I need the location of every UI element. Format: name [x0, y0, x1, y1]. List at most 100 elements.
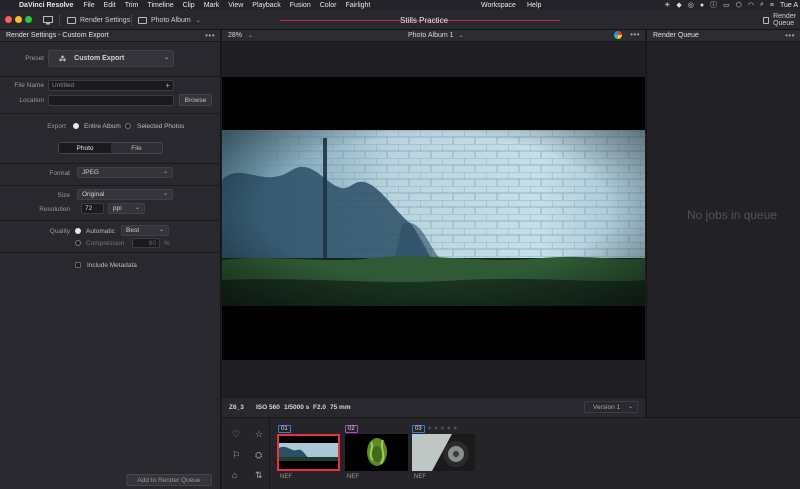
viewer-options-icon[interactable]: •••	[630, 30, 640, 39]
render-queue-label: Render Queue	[773, 13, 797, 27]
star-icon[interactable]: ☆	[255, 429, 263, 440]
version-select[interactable]: Version 1 ⌄	[584, 401, 638, 413]
project-title: Stills Practice	[400, 16, 449, 25]
sync-icon[interactable]: ◎	[688, 1, 694, 9]
menu-mark[interactable]: Mark	[204, 2, 220, 9]
options-menu-icon[interactable]: •••	[205, 31, 215, 40]
shield-icon[interactable]: ⬡	[736, 1, 742, 9]
menu-playback[interactable]: Playback	[252, 2, 280, 9]
sort-icon[interactable]: ⇅	[255, 470, 263, 481]
wifi-icon[interactable]: ◠	[748, 1, 754, 9]
quality-automatic-label: Automatic	[86, 228, 115, 235]
minimize-window-button[interactable]	[15, 16, 22, 23]
section-divider	[0, 252, 221, 253]
render-queue-button[interactable]: Render Queue	[763, 13, 800, 27]
tag-icon[interactable]: ⌂	[232, 470, 237, 480]
menu-clip[interactable]: Clip	[183, 2, 195, 9]
add-to-render-queue-button[interactable]: Add to Render Queue	[126, 474, 212, 486]
section-divider	[0, 185, 221, 186]
rating-stars[interactable]: ★★★★★	[427, 425, 459, 432]
maximize-window-button[interactable]	[25, 16, 32, 23]
image-viewer[interactable]	[222, 42, 645, 397]
menu-app-name[interactable]: DaVinci Resolve	[19, 2, 73, 9]
zoom-select[interactable]: 28% ⌄	[228, 32, 253, 39]
menu-file[interactable]: File	[83, 2, 94, 9]
search-icon[interactable]: ⌕	[760, 1, 764, 9]
menu-bar: DaVinci Resolve File Edit Trim Timeline …	[0, 0, 800, 10]
filmstrip-tools: ♡ ☆ ⚐ ⛭ ⌂ ⇅	[222, 418, 270, 489]
browse-button[interactable]: Browse	[179, 94, 212, 106]
menu-edit[interactable]: Edit	[104, 2, 116, 9]
section-divider	[0, 163, 221, 164]
control-center-icon[interactable]: ≡	[770, 2, 774, 9]
export-entire-album-radio[interactable]	[73, 123, 79, 129]
info-icon[interactable]: ⓘ	[710, 0, 717, 10]
quality-automatic-radio[interactable]	[75, 228, 81, 234]
menu-fairlight[interactable]: Fairlight	[345, 2, 370, 9]
render-settings-icon	[67, 16, 76, 24]
photo-album-button[interactable]: Photo Album ⌄	[138, 14, 201, 26]
menu-color[interactable]: Color	[320, 2, 337, 9]
thumbnail-02[interactable]	[345, 434, 408, 471]
quality-compression-radio[interactable]	[75, 240, 81, 246]
queue-options-icon[interactable]: •••	[785, 31, 795, 40]
add-icon[interactable]: +	[165, 81, 170, 90]
render-settings-label: Render Settings	[80, 16, 131, 24]
file-name-field[interactable]: Untitled +	[48, 80, 174, 91]
export-label: Export	[47, 123, 66, 130]
clock[interactable]: Tue A	[780, 2, 798, 9]
menu-workspace[interactable]: Workspace	[481, 2, 516, 9]
render-settings-panel: Render Settings - Custom Export ••• Pres…	[0, 30, 221, 489]
include-metadata-checkbox[interactable]	[75, 262, 81, 268]
album-value: Photo Album 1	[408, 32, 454, 39]
thumbnail-03[interactable]	[412, 434, 475, 471]
quality-select[interactable]: Best ⌄	[121, 225, 169, 236]
clip-name: Z6_3	[229, 404, 244, 411]
version-value: Version 1	[593, 403, 621, 411]
viewer-header: 28% ⌄ Photo Album 1 ⌄ •••	[222, 30, 645, 42]
menu-timeline[interactable]: Timeline	[147, 2, 173, 9]
empty-queue-message: No jobs in queue	[687, 208, 778, 222]
size-value: Original	[82, 191, 105, 198]
chevron-down-icon: ⌄	[627, 404, 633, 410]
thumbnail-number: 03	[412, 425, 425, 433]
size-select[interactable]: Original ⌄	[77, 189, 173, 200]
chevron-down-icon: ⌄	[247, 33, 253, 39]
color-wheel-icon[interactable]	[614, 31, 622, 39]
location-field[interactable]	[48, 95, 174, 106]
menu-view[interactable]: View	[228, 2, 243, 9]
menu-help[interactable]: Help	[527, 2, 541, 9]
display-icon[interactable]: ▭	[723, 1, 730, 9]
menu-fusion[interactable]: Fusion	[290, 2, 311, 9]
monitor-icon[interactable]	[43, 14, 53, 26]
flag-icon[interactable]: ⚐	[232, 450, 240, 461]
chevron-down-icon: ⌄	[158, 227, 164, 233]
dropbox-icon[interactable]: ◆	[676, 1, 681, 9]
thumbnail-01[interactable]	[277, 434, 340, 471]
section-divider	[0, 76, 221, 77]
compression-field[interactable]: 80	[132, 238, 160, 248]
close-window-button[interactable]	[5, 16, 12, 23]
chevron-down-icon: ⌄	[162, 169, 168, 175]
tab-photo[interactable]: Photo	[59, 143, 111, 153]
tab-file[interactable]: File	[111, 143, 162, 153]
brightness-icon[interactable]: ☀	[664, 1, 670, 9]
group-icon[interactable]: ⛭	[255, 450, 262, 461]
export-selected-photos-radio[interactable]	[125, 123, 131, 129]
menu-trim[interactable]: Trim	[125, 2, 139, 9]
album-select[interactable]: Photo Album 1 ⌄	[408, 32, 464, 39]
chevron-down-icon: ⌄	[162, 191, 168, 197]
resolution-unit-value: ppi	[113, 205, 122, 212]
resolution-field[interactable]: 72	[81, 203, 104, 214]
zoom-value: 28%	[228, 32, 243, 39]
format-select[interactable]: JPEG ⌄	[77, 167, 173, 178]
resolution-unit-select[interactable]: ppi ⌄	[108, 203, 145, 214]
toolbar-divider	[59, 14, 60, 26]
render-settings-button[interactable]: Render Settings	[67, 14, 130, 26]
preset-select[interactable]: ⁂ Custom Export ⌄	[48, 50, 174, 67]
photo-album-label: Photo Album	[151, 16, 191, 24]
render-queue-panel: Render Queue ••• No jobs in queue	[646, 30, 800, 417]
heart-icon[interactable]: ♡	[232, 429, 240, 440]
viewer-canvas	[222, 77, 645, 360]
cc-icon[interactable]: ●	[700, 2, 704, 9]
